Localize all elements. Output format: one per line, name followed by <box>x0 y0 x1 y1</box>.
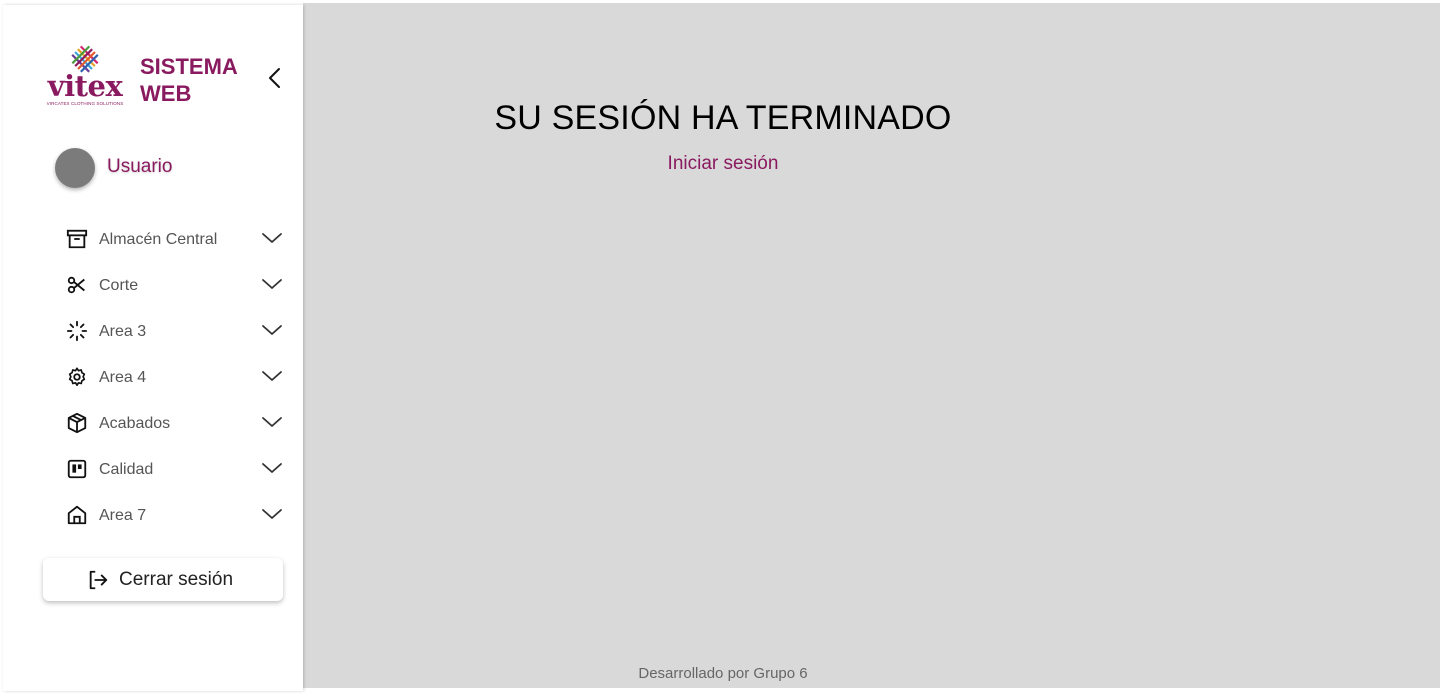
chevron-down-icon <box>262 325 282 335</box>
archive-icon <box>66 229 88 249</box>
session-ended-title: SU SESIÓN HA TERMINADO <box>494 99 952 137</box>
sidebar-item-label: Area 7 <box>99 507 147 524</box>
sidebar-item-label: Area 4 <box>99 369 147 386</box>
sidebar: vitex VIRCATEX CLOTHING SOLUTIONS SISTEM… <box>3 5 303 691</box>
brand: vitex VIRCATEX CLOTHING SOLUTIONS SISTEM… <box>43 43 293 113</box>
footer-credit: Desarrollado por Grupo 6 <box>638 665 808 682</box>
user-profile[interactable]: Usuario <box>55 148 255 188</box>
sidebar-item-area-7[interactable]: Area 7 <box>3 492 303 538</box>
loader-icon <box>66 320 88 342</box>
collapse-sidebar-button[interactable] <box>265 63 285 93</box>
chevron-down-icon <box>262 279 282 289</box>
app-title-line1: SISTEMA <box>140 54 238 79</box>
sidebar-item-label: Calidad <box>99 461 154 478</box>
chevron-down-icon <box>262 509 282 519</box>
avatar <box>55 148 95 188</box>
logout-label: Cerrar sesión <box>119 569 234 590</box>
logo-subtitle: VIRCATEX CLOTHING SOLUTIONS <box>46 101 124 106</box>
sidebar-item-label: Acabados <box>99 415 171 432</box>
logout-icon <box>89 570 108 590</box>
sidebar-nav: Almacén Central Corte Area 3 Area 4 Acab… <box>3 216 303 538</box>
user-name: Usuario <box>107 156 173 177</box>
chevron-left-icon <box>269 68 280 88</box>
sidebar-item-label: Area 3 <box>99 323 147 340</box>
gear-icon <box>68 367 86 386</box>
logo-wordmark: vitex <box>47 69 123 103</box>
vitex-logo: vitex VIRCATEX CLOTHING SOLUTIONS <box>43 43 127 107</box>
logout-button[interactable]: Cerrar sesión <box>43 558 283 601</box>
home-icon <box>67 505 87 525</box>
chevron-down-icon <box>262 233 282 243</box>
login-link[interactable]: Iniciar sesión <box>303 153 1143 175</box>
sidebar-item-area-3[interactable]: Area 3 <box>3 308 303 354</box>
sidebar-item-area-4[interactable]: Area 4 <box>3 354 303 400</box>
main-content: SU SESIÓN HA TERMINADO Iniciar sesión De… <box>303 3 1440 688</box>
chevron-down-icon <box>262 371 282 381</box>
app-title: SISTEMA WEB <box>140 53 250 107</box>
sidebar-item-label: Corte <box>99 277 139 294</box>
board-icon <box>67 459 87 479</box>
sidebar-item-label: Almacén Central <box>99 231 218 248</box>
sidebar-item-acabados[interactable]: Acabados <box>3 400 303 446</box>
sidebar-item-almacen-central[interactable]: Almacén Central <box>3 216 303 262</box>
sidebar-item-calidad[interactable]: Calidad <box>3 446 303 492</box>
sidebar-item-corte[interactable]: Corte <box>3 262 303 308</box>
chevron-down-icon <box>262 417 282 427</box>
app-title-line2: WEB <box>140 81 192 106</box>
chevron-down-icon <box>262 463 282 473</box>
scissors-icon <box>67 276 85 294</box>
package-icon <box>67 412 87 434</box>
app-root: vitex VIRCATEX CLOTHING SOLUTIONS SISTEM… <box>0 0 1443 695</box>
